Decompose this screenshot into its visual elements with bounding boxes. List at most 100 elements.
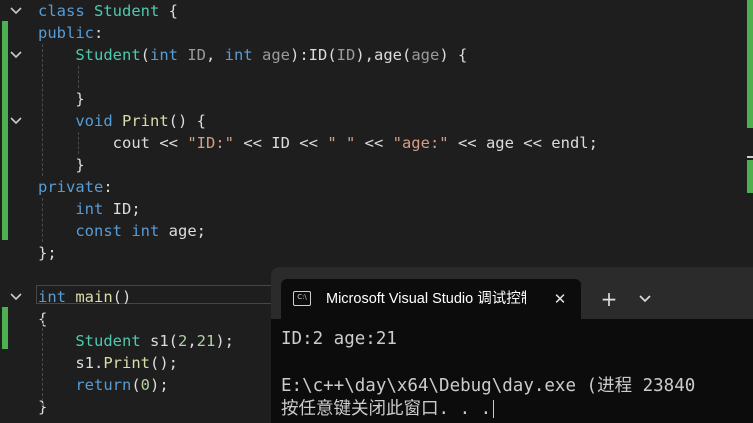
code-text: class Student {: [38, 0, 178, 22]
console-output-line: 按任意键关闭此窗口. . .: [281, 397, 495, 421]
code-token: ID;: [103, 200, 141, 218]
code-text: };: [38, 242, 57, 264]
code-token: int: [150, 46, 178, 64]
chevron-down-icon[interactable]: [636, 289, 654, 307]
code-token: private: [38, 178, 104, 196]
code-token: Student: [75, 46, 141, 64]
fold-chevron-icon[interactable]: [8, 45, 24, 65]
change-bar: [2, 307, 8, 349]
code-token: };: [38, 244, 57, 262]
indent-guide: [78, 66, 79, 88]
code-token: );: [215, 332, 235, 350]
code-text: int main(): [38, 286, 131, 308]
code-line[interactable]: const int age;: [0, 220, 753, 242]
code-token: ) {: [439, 46, 468, 64]
code-token: void: [75, 112, 113, 130]
code-token: :: [94, 24, 104, 42]
code-line[interactable]: private:: [0, 176, 753, 198]
code-text: const int age;: [38, 220, 206, 242]
console-prompt-text: 按任意键关闭此窗口. . .: [281, 399, 492, 419]
text-caret: [493, 400, 495, 418]
code-token: :: [103, 178, 113, 196]
code-token: (: [131, 376, 141, 394]
console-output-line: E:\c++\day\x64\Debug\day.exe (进程 23840: [281, 376, 696, 396]
code-token: age: [252, 46, 290, 64]
code-token: "ID:": [187, 134, 234, 152]
debug-console-window[interactable]: C:\ Microsoft Visual Studio 调试控制台 ✕ + ID…: [271, 267, 753, 423]
code-token: ,: [187, 332, 197, 350]
code-text: }: [38, 154, 85, 176]
code-token: (: [140, 46, 150, 64]
code-token: cout <<: [38, 134, 188, 152]
change-bar: [2, 21, 8, 240]
code-token: return: [75, 376, 132, 394]
code-line[interactable]: void Print() {: [0, 110, 753, 132]
terminal-tab[interactable]: C:\ Microsoft Visual Studio 调试控制台 ✕: [281, 279, 581, 319]
code-text: return(0);: [38, 374, 169, 396]
code-token: 21: [196, 332, 216, 350]
code-token: public: [38, 24, 94, 42]
indent-guide: [42, 318, 43, 406]
code-token: age: [411, 46, 440, 64]
code-text: void Print() {: [38, 110, 206, 132]
code-line[interactable]: Student(int ID, int age):ID(ID),age(age)…: [0, 44, 753, 66]
code-token: << age << endl;: [448, 134, 598, 152]
code-line[interactable]: }: [0, 154, 753, 176]
code-line[interactable]: cout << "ID:" << ID << " " << "age:" << …: [0, 132, 753, 154]
code-token: }: [38, 156, 85, 174]
code-token: class: [38, 2, 94, 20]
code-token: );: [150, 376, 169, 394]
fold-chevron-icon[interactable]: [8, 1, 24, 21]
code-token: ):ID(: [290, 46, 337, 64]
code-token: {: [159, 2, 178, 20]
code-line[interactable]: public:: [0, 22, 753, 44]
code-token: age;: [159, 222, 207, 240]
code-token: 0: [140, 376, 151, 394]
code-token: int: [38, 288, 66, 306]
code-line[interactable]: class Student {: [0, 0, 753, 22]
code-token: Student: [75, 332, 141, 350]
code-line[interactable]: int ID;: [0, 198, 753, 220]
code-token: int: [131, 222, 160, 240]
code-token: Print: [103, 354, 150, 372]
scroll-position-mark: [747, 156, 753, 158]
close-tab-icon[interactable]: ✕: [549, 288, 571, 310]
fold-chevron-icon[interactable]: [8, 111, 24, 131]
indent-guide: [78, 132, 79, 154]
code-token: Print: [122, 112, 169, 130]
code-line[interactable]: [0, 66, 753, 88]
code-text: int ID;: [38, 198, 141, 220]
code-line[interactable]: };: [0, 242, 753, 264]
code-token: ID: [336, 46, 356, 64]
code-token: const: [75, 222, 122, 240]
code-token: << ID <<: [233, 134, 328, 152]
code-token: ),age(: [355, 46, 412, 64]
code-token: s1.: [38, 354, 104, 372]
indent-guide: [42, 44, 43, 176]
code-token: int: [75, 200, 104, 218]
code-token: <<: [355, 134, 393, 152]
code-text: Student(int ID, int age):ID(ID),age(age)…: [38, 44, 467, 66]
code-token: main: [75, 288, 113, 306]
code-token: ID: [178, 46, 206, 64]
console-output-line: ID:2 age:21: [281, 329, 397, 349]
code-token: " ": [327, 134, 356, 152]
code-text: }: [38, 88, 85, 110]
scroll-change-mark: [747, 160, 753, 193]
code-token: 2: [177, 332, 188, 350]
fold-chevron-icon[interactable]: [8, 287, 24, 307]
new-tab-button[interactable]: +: [598, 288, 620, 310]
code-line[interactable]: }: [0, 88, 753, 110]
terminal-tab-title: Microsoft Visual Studio 调试控制台: [326, 291, 526, 307]
code-text: public:: [38, 22, 103, 44]
terminal-app-icon: C:\: [293, 291, 311, 306]
code-token: }: [38, 90, 85, 108]
code-text: Student s1(2,21);: [38, 330, 234, 352]
